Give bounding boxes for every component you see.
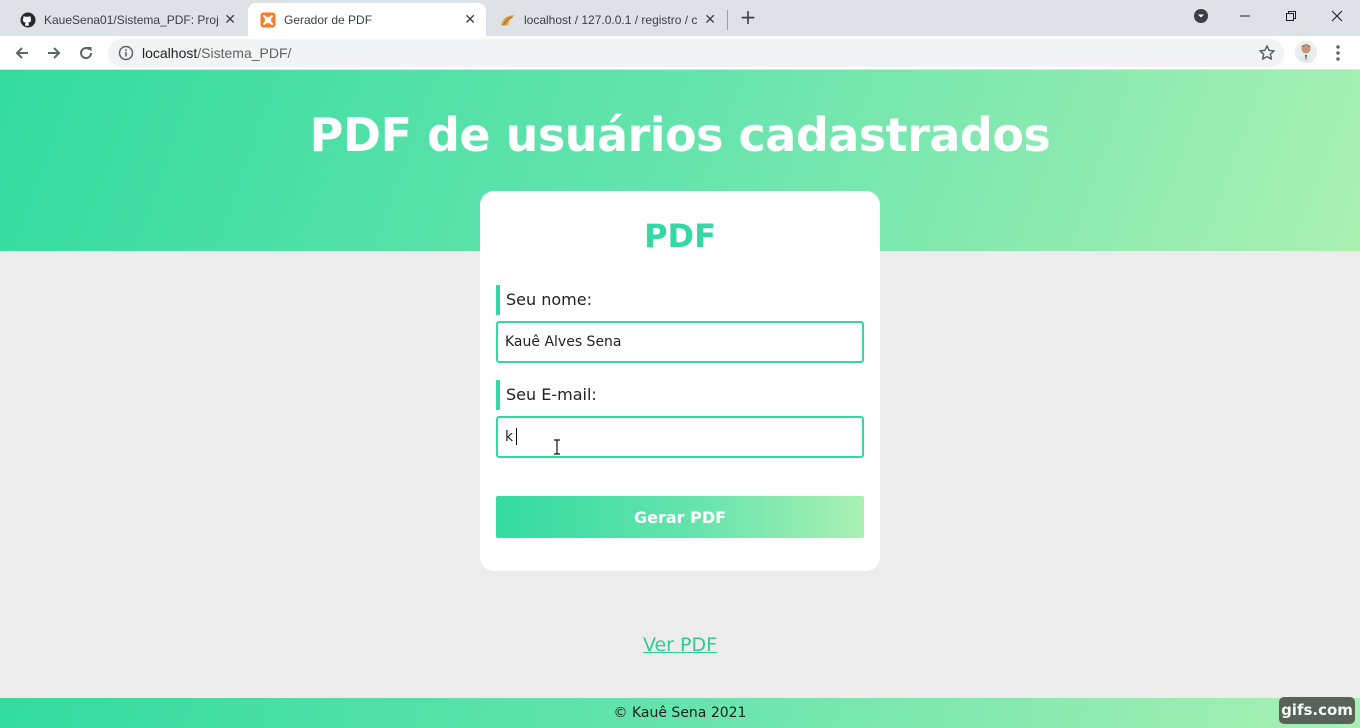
- minimize-button[interactable]: [1222, 0, 1268, 32]
- name-input[interactable]: [496, 321, 864, 363]
- ver-pdf-link[interactable]: Ver PDF: [643, 634, 717, 656]
- page-title: PDF de usuários cadastrados: [309, 108, 1051, 162]
- browser-toolbar: localhost/Sistema_PDF/: [0, 36, 1360, 70]
- tab-phpmyadmin[interactable]: localhost / 127.0.0.1 / registro / c ✕: [488, 3, 726, 36]
- pdf-form-card: PDF Seu nome: Seu E-mail: Gerar PDF: [480, 191, 880, 571]
- reload-button[interactable]: [74, 41, 98, 65]
- reload-icon: [80, 47, 93, 60]
- bookmark-star-icon[interactable]: [1258, 44, 1276, 62]
- name-label: Seu nome:: [496, 285, 592, 315]
- address-bar[interactable]: localhost/Sistema_PDF/: [108, 39, 1284, 67]
- email-label: Seu E-mail:: [496, 380, 597, 410]
- tab-search-button[interactable]: [1178, 0, 1224, 32]
- tab-title: KaueSena01/Sistema_PDF: Projet: [44, 12, 219, 27]
- page-footer: © Kauê Sena 2021: [0, 698, 1360, 728]
- tab-gerador-pdf[interactable]: Gerador de PDF ✕: [248, 3, 486, 36]
- gerar-pdf-button[interactable]: Gerar PDF: [496, 496, 864, 538]
- ibeam-cursor-icon: [554, 439, 560, 455]
- tab-github[interactable]: KaueSena01/Sistema_PDF: Projet ✕: [8, 3, 246, 36]
- minimize-icon: [1240, 15, 1250, 17]
- close-window-button[interactable]: [1314, 0, 1360, 32]
- page-viewport: PDF de usuários cadastrados PDF Seu nome…: [0, 70, 1360, 728]
- xampp-icon: [260, 12, 276, 28]
- back-button[interactable]: [10, 41, 34, 65]
- forward-button[interactable]: [42, 41, 66, 65]
- phpmyadmin-icon: [500, 12, 516, 28]
- tab-strip: KaueSena01/Sistema_PDF: Projet ✕ Gerador…: [0, 0, 1360, 36]
- url-text[interactable]: localhost/Sistema_PDF/: [142, 45, 291, 61]
- new-tab-button[interactable]: +: [738, 6, 758, 28]
- gifs-watermark: gifs.com: [1279, 697, 1355, 724]
- close-tab-icon[interactable]: ✕: [704, 11, 716, 28]
- text-caret: [516, 428, 517, 445]
- url-host: localhost: [142, 45, 198, 61]
- url-path: /Sistema_PDF/: [197, 45, 292, 61]
- card-title: PDF: [644, 217, 716, 255]
- ver-pdf-container: Ver PDF: [0, 634, 1360, 656]
- tab-separator: [727, 10, 728, 30]
- forward-arrow-icon: [48, 47, 61, 59]
- restore-button[interactable]: [1268, 0, 1314, 32]
- back-arrow-icon: [15, 47, 28, 59]
- close-tab-icon[interactable]: ✕: [224, 11, 236, 28]
- close-tab-icon[interactable]: ✕: [464, 11, 476, 28]
- github-icon: [20, 12, 36, 28]
- restore-icon: [1286, 11, 1296, 21]
- tab-title: localhost / 127.0.0.1 / registro / c: [524, 12, 698, 27]
- info-icon[interactable]: [118, 45, 134, 61]
- more-menu-icon[interactable]: [1330, 43, 1346, 63]
- tab-search-icon: [1194, 9, 1208, 23]
- close-icon: [1331, 10, 1343, 22]
- profile-icon: [1295, 41, 1317, 63]
- profile-avatar[interactable]: [1295, 41, 1317, 63]
- tab-title: Gerador de PDF: [284, 12, 373, 27]
